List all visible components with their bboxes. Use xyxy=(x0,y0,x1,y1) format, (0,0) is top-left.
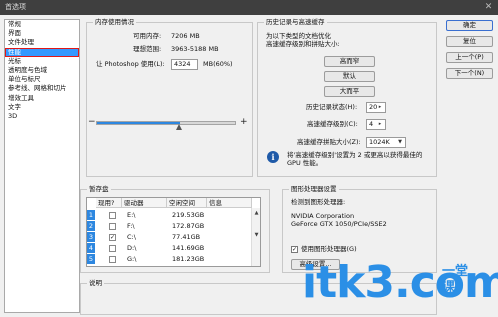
row-free-space: 181.23GB xyxy=(172,255,205,263)
row-number: 3 xyxy=(87,232,95,242)
scroll-down-icon[interactable]: ▼ xyxy=(252,232,261,238)
watermark-side: 一堂 课 xyxy=(442,264,468,296)
photoshop-use-label: 让 Photoshop 使用(L): xyxy=(96,60,165,68)
row-drive: E:\ xyxy=(127,211,136,219)
photoshop-use-input[interactable]: 4324 xyxy=(171,59,198,70)
history-desc-2: 高速缓存级别和拼贴大小: xyxy=(266,40,340,48)
description-title: 说明 xyxy=(87,279,104,288)
watermark-main: itk3.com xyxy=(302,257,498,308)
row-active-checkbox[interactable]: ✓ xyxy=(109,234,116,241)
row-free-space: 77.41GB xyxy=(172,233,201,241)
big-flat-button[interactable]: 大而平 xyxy=(324,86,375,97)
default-button[interactable]: 默认 xyxy=(324,71,375,82)
watermark-side-2: 课 xyxy=(442,280,456,295)
next-button[interactable]: 下一个(N) xyxy=(446,68,493,79)
window-titlebar: 首选项 ✕ xyxy=(0,0,498,15)
tile-size-label: 高速缓存拼贴大小(Z): xyxy=(297,138,361,146)
ok-button[interactable]: 确定 xyxy=(446,20,493,31)
close-icon[interactable]: ✕ xyxy=(483,2,494,13)
row-free-space: 172.87GB xyxy=(172,222,205,230)
row-drive: G:\ xyxy=(127,255,137,263)
sidebar-item-general[interactable]: 常规 xyxy=(5,20,79,29)
row-active-checkbox[interactable] xyxy=(109,256,116,263)
cache-levels-value: 4 xyxy=(369,120,374,128)
memory-usage-group: 内存使用情况 xyxy=(86,18,253,177)
scratch-disks-table: 现用? 驱动器 空闲空间 信息 1 E:\ 219.53GB 2 F:\ 172… xyxy=(86,197,261,267)
cache-levels-label: 高速缓存级别(C): xyxy=(307,120,358,128)
history-states-label: 历史记录状态(H): xyxy=(306,103,358,111)
sidebar-item-transparency[interactable]: 透明度与色域 xyxy=(5,66,79,75)
sidebar-item-3d[interactable]: 3D xyxy=(5,112,79,121)
row-free-space: 141.69GB xyxy=(172,244,205,252)
reset-button[interactable]: 复位 xyxy=(446,36,493,47)
table-scrollbar[interactable]: ▲ ▼ xyxy=(251,208,260,266)
col-header-info: 信息 xyxy=(207,198,252,208)
memory-slider-fill xyxy=(97,122,180,124)
ideal-range-label: 理想范围: xyxy=(133,45,162,53)
history-cache-title: 历史记录与高速缓存 xyxy=(264,18,327,27)
prev-button[interactable]: 上一个(P) xyxy=(446,52,493,63)
use-gpu-label: 使用图形处理器(G) xyxy=(301,245,357,253)
tile-size-select[interactable]: 1024K ▼ xyxy=(366,137,406,148)
sidebar-item-units-rulers[interactable]: 单位与标尺 xyxy=(5,75,79,84)
tall-thin-button[interactable]: 高而窄 xyxy=(324,56,375,67)
col-header-active: 现用? xyxy=(96,198,122,208)
watermark-side-1: 一堂 xyxy=(442,264,469,279)
row-number: 4 xyxy=(87,243,95,253)
sidebar-item-interface[interactable]: 界面 xyxy=(5,29,79,38)
memory-usage-title: 内存使用情况 xyxy=(93,18,136,27)
scratch-disks-title: 暂存盘 xyxy=(87,185,111,194)
memory-slider[interactable] xyxy=(96,121,236,125)
cache-levels-select[interactable]: 4 ▸ xyxy=(366,119,386,130)
table-row[interactable]: 2 F:\ 172.87GB xyxy=(87,221,252,232)
watermark-logo: itk3.com 一堂 课 xyxy=(302,258,498,308)
col-header-free-space: 空闲空间 xyxy=(167,198,207,208)
photoshop-use-suffix: MB(60%) xyxy=(203,60,233,68)
sidebar-item-plugins[interactable]: 增效工具 xyxy=(5,94,79,103)
gpu-detected-label: 检测到图形处理器: xyxy=(291,198,346,206)
history-states-select[interactable]: 20 ▸ xyxy=(366,102,386,113)
sidebar-item-type[interactable]: 文字 xyxy=(5,103,79,112)
row-number: 5 xyxy=(87,254,95,264)
sidebar-item-performance[interactable]: 性能 xyxy=(5,47,79,57)
chevron-right-icon: ▸ xyxy=(378,121,382,127)
window-title: 首选项 xyxy=(5,3,26,11)
tile-size-value: 1024K xyxy=(369,138,390,146)
use-gpu-checkbox[interactable]: ✓ xyxy=(291,246,298,253)
chevron-right-icon: ▸ xyxy=(378,104,382,110)
row-active-checkbox[interactable] xyxy=(109,212,116,219)
chevron-down-icon: ▼ xyxy=(398,139,402,145)
table-row[interactable]: 5 G:\ 181.23GB xyxy=(87,254,252,265)
ideal-range-value: 3963-5188 MB xyxy=(171,45,219,53)
row-number: 1 xyxy=(87,210,95,220)
row-active-checkbox[interactable] xyxy=(109,223,116,230)
row-drive: D:\ xyxy=(127,244,137,252)
cache-note: 将'高速缓存级别'设置为 2 或更高以获得最佳的 GPU 性能。 xyxy=(287,151,423,167)
slider-minus[interactable]: − xyxy=(88,118,96,127)
available-memory-value: 7206 MB xyxy=(171,32,200,40)
row-active-checkbox[interactable] xyxy=(109,245,116,252)
scroll-up-icon[interactable]: ▲ xyxy=(252,210,261,216)
table-row[interactable]: 1 E:\ 219.53GB xyxy=(87,210,252,221)
table-row[interactable]: 4 D:\ 141.69GB xyxy=(87,243,252,254)
available-memory-label: 可用内存: xyxy=(133,32,162,40)
row-free-space: 219.53GB xyxy=(172,211,205,219)
gpu-settings-title: 图形处理器设置 xyxy=(289,185,339,194)
row-drive: C:\ xyxy=(127,233,136,241)
slider-plus[interactable]: + xyxy=(240,118,248,127)
row-drive: F:\ xyxy=(127,222,135,230)
gpu-model: GeForce GTX 1050/PCIe/SSE2 xyxy=(291,220,387,228)
table-row[interactable]: 3 ✓ C:\ 77.41GB xyxy=(87,232,252,243)
sidebar-item-cursors[interactable]: 光标 xyxy=(5,57,79,66)
preferences-sidebar: 常规 界面 文件处理 性能 光标 透明度与色域 单位与标尺 参考线、网格和切片 … xyxy=(4,19,80,313)
sidebar-item-guides-grid[interactable]: 参考线、网格和切片 xyxy=(5,84,79,93)
sidebar-item-file-handling[interactable]: 文件处理 xyxy=(5,38,79,47)
col-header-drive: 驱动器 xyxy=(122,198,167,208)
row-number: 2 xyxy=(87,221,95,231)
memory-slider-thumb[interactable] xyxy=(176,124,182,130)
info-icon: i xyxy=(267,151,279,163)
